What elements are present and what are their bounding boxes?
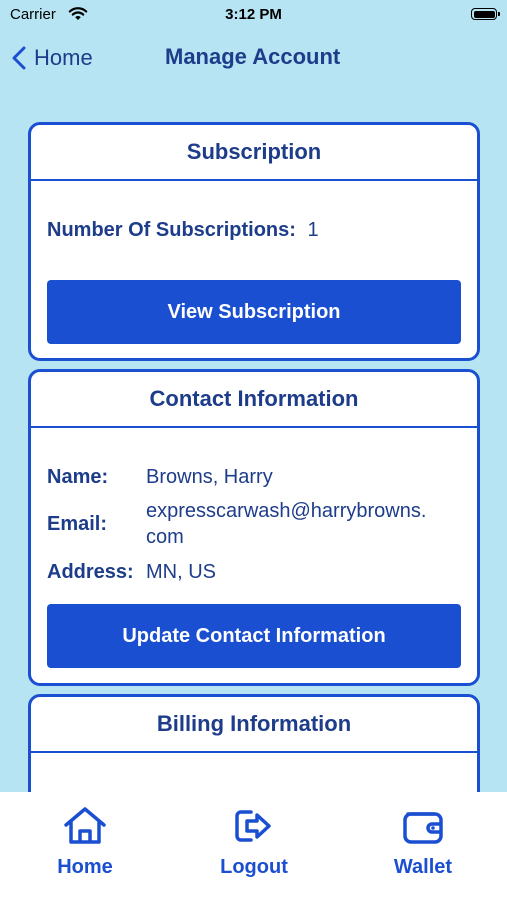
tab-home-label: Home [57, 856, 113, 878]
logout-icon [235, 810, 271, 842]
back-button-label: Home [34, 45, 93, 70]
address-value: MN, US [146, 561, 216, 583]
name-label: Name: [47, 466, 109, 488]
subscription-card: Subscription Number Of Subscriptions: 1 … [28, 122, 480, 361]
email-label: Email: [47, 513, 108, 535]
chevron-left-icon [12, 46, 26, 70]
subscription-count-value: 1 [307, 219, 319, 241]
view-subscription-button[interactable]: View Subscription [47, 280, 461, 344]
contact-address-row: Address: [47, 561, 134, 584]
tab-home[interactable]: Home [15, 806, 155, 879]
status-bar: Carrier 3:12 PM [0, 0, 507, 30]
battery-icon [471, 8, 500, 20]
tab-logout[interactable]: Logout [184, 806, 324, 879]
email-value: expresscarwash@harrybrowns. com [146, 498, 426, 550]
contact-card: Contact Information Name: Browns, Harry … [28, 369, 480, 686]
back-button[interactable]: Home [12, 42, 93, 74]
billing-card-title: Billing Information [31, 697, 477, 753]
contact-email-row: Email: [47, 513, 107, 536]
clock: 3:12 PM [225, 6, 282, 23]
tab-wallet[interactable]: Wallet [353, 806, 493, 879]
update-contact-button[interactable]: Update Contact Information [47, 604, 461, 668]
tab-bar: Home Logout Wallet [0, 792, 507, 900]
subscription-card-title: Subscription [31, 125, 477, 181]
tab-wallet-label: Wallet [393, 856, 453, 878]
contact-card-title: Contact Information [31, 372, 477, 428]
email-value-line-1: expresscarwash@harrybrowns. [146, 500, 427, 522]
home-icon [64, 807, 106, 844]
email-value-line-2: com [146, 526, 184, 548]
contact-name-row: Name: [47, 466, 108, 489]
tab-logout-label: Logout [220, 856, 288, 878]
subscription-count-row: Number Of Subscriptions: 1 [47, 219, 319, 242]
subscription-count-label: Number Of Subscriptions: [47, 219, 296, 241]
name-value: Browns, Harry [146, 466, 273, 488]
page-title: Manage Account [165, 44, 341, 69]
wallet-icon [403, 812, 443, 844]
address-label: Address: [47, 561, 134, 583]
